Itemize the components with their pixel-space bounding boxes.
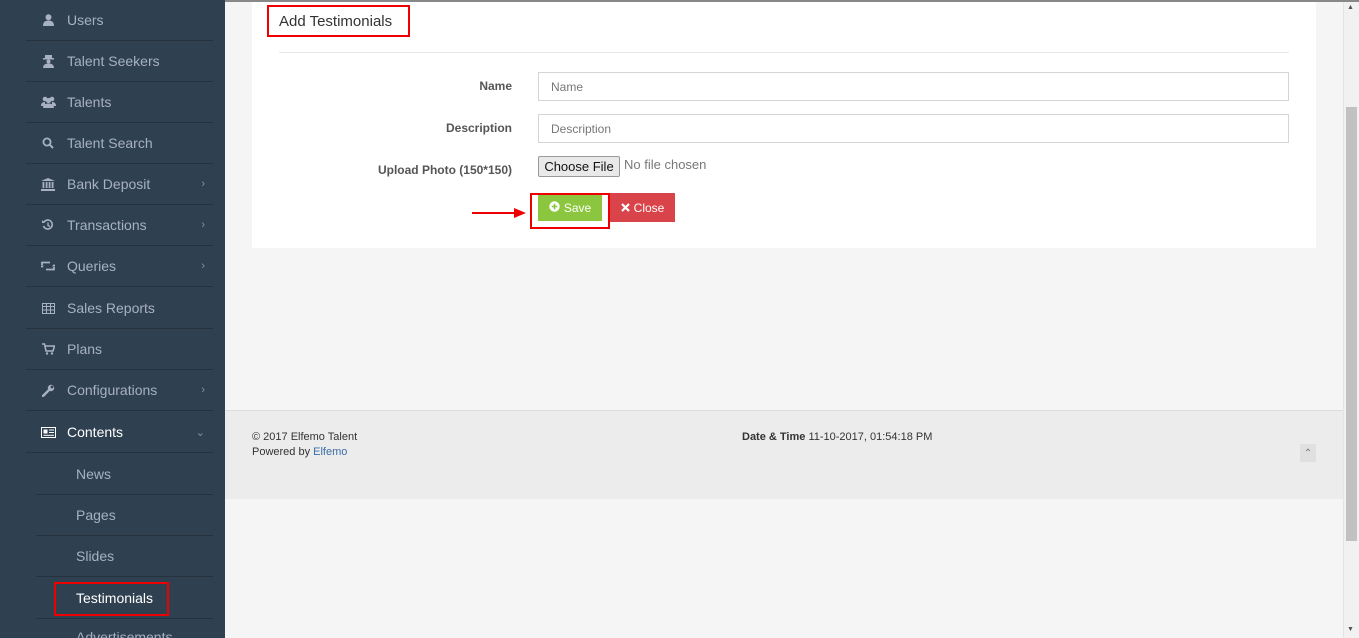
scroll-to-top-button[interactable]: ⌃ [1300,444,1316,462]
sidebar-item-label: Configurations [67,382,158,398]
page-title: Add Testimonials [267,5,410,37]
table-icon [40,302,56,314]
scroll-up-arrow-icon[interactable]: ▲ [1347,4,1354,11]
sidebar-subitem-label: Advertisements [76,629,173,638]
save-button-label: Save [563,201,592,215]
sidebar-subitem-testimonials[interactable]: Testimonials [36,578,213,619]
powered-by-text: Powered by [252,446,311,458]
sidebar-item-talent-search[interactable]: Talent Search [26,123,213,164]
close-button-label: Close [633,200,665,215]
sidebar-subitem-slides[interactable]: Slides [36,536,213,577]
sidebar-subitem-label: Testimonials [76,590,154,606]
footer [225,410,1343,499]
close-icon [620,201,630,215]
retweet-icon [40,261,56,271]
datetime-value: 11-10-2017, 01:54:18 PM [808,431,933,443]
search-icon [40,137,56,149]
save-button[interactable]: Save [538,195,602,221]
footer-copyright: © 2017 Elfemo Talent Powered by Elfemo [252,430,357,460]
sidebar-item-label: Sales Reports [67,300,155,316]
sidebar-item-label: Plans [67,341,103,357]
scrollbar-thumb[interactable] [1346,107,1357,541]
sidebar-subitem-label: Pages [76,507,116,523]
sidebar-item-label: Users [67,12,104,28]
title-divider [279,52,1289,53]
plus-circle-icon [549,201,560,215]
sidebar-item-transactions[interactable]: Transactions › [26,205,213,246]
history-icon [40,219,56,231]
sidebar-item-contents[interactable]: Contents ⌄ [26,412,213,453]
newspaper-icon [40,426,56,438]
sidebar-item-label: Queries [67,258,117,274]
close-button[interactable]: Close [610,193,675,222]
cart-icon [40,343,56,355]
chevron-right-icon: › [201,384,205,396]
sidebar-item-label: Talents [67,94,112,110]
sidebar-item-queries[interactable]: Queries › [26,246,213,287]
chevron-right-icon: › [201,219,205,231]
footer-datetime: Date & Time 11-10-2017, 01:54:18 PM [742,430,932,445]
sidebar: Users Talent Seekers Talents Talent Sear… [0,0,225,638]
datetime-label: Date & Time [742,431,806,443]
file-status: No file chosen [624,157,707,172]
sidebar-subitem-label: Slides [76,548,115,564]
description-input[interactable] [538,114,1289,143]
sidebar-subitem-news[interactable]: News [36,454,213,495]
name-input[interactable] [538,72,1289,101]
sidebar-item-label: Talent Search [67,135,153,151]
sidebar-item-label: Transactions [67,217,147,233]
bank-icon [40,177,56,191]
copyright-text: © 2017 Elfemo Talent [252,431,358,443]
chevron-right-icon: › [201,178,205,190]
sidebar-item-configurations[interactable]: Configurations › [26,370,213,411]
upload-photo-label: Upload Photo (150*150) [377,163,512,177]
sidebar-item-talent-seekers[interactable]: Talent Seekers [26,41,213,82]
powered-by-link[interactable]: Elfemo [313,446,347,458]
sidebar-item-users[interactable]: Users [26,0,213,41]
choose-file-button[interactable]: Choose File [538,156,620,177]
name-label: Name [479,79,512,93]
wrench-icon [40,384,56,397]
sidebar-item-plans[interactable]: Plans [26,329,213,370]
sidebar-subitem-pages[interactable]: Pages [36,495,213,536]
annotation-arrow-icon [472,208,526,218]
sidebar-item-label: Talent Seekers [67,53,160,69]
chevron-down-icon: ⌄ [195,426,205,439]
sidebar-item-bank-deposit[interactable]: Bank Deposit › [26,164,213,205]
sidebar-item-sales-reports[interactable]: Sales Reports [26,288,213,329]
sidebar-subitem-label: News [76,466,112,482]
user-secret-icon [40,54,56,68]
users-icon [40,96,56,108]
sidebar-item-label: Contents [67,424,124,440]
sidebar-subitem-advertisements[interactable]: Advertisements [36,619,213,638]
scroll-down-arrow-icon[interactable]: ▼ [1347,626,1354,633]
chevron-up-icon: ⌃ [1303,447,1313,459]
description-label: Description [445,121,512,135]
sidebar-item-label: Bank Deposit [67,176,151,192]
chevron-right-icon: › [201,260,205,272]
user-icon [40,14,56,26]
sidebar-item-talents[interactable]: Talents [26,82,213,123]
